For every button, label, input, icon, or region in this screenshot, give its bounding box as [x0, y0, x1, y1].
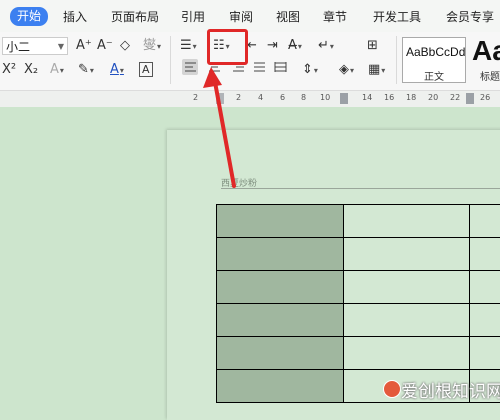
watermark-logo-icon — [383, 380, 401, 398]
watermark: 爱创根知识网 — [383, 377, 493, 401]
watermark-text: 爱创根知识网 — [401, 377, 500, 402]
annotation-arrow — [0, 0, 500, 407]
